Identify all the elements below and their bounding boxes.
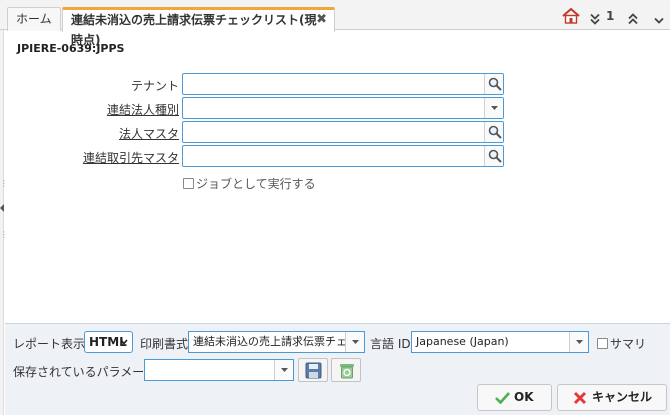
- consolidated-bp-master-label[interactable]: 連結取引先マスタ: [80, 149, 179, 166]
- ok-button[interactable]: OK: [477, 384, 552, 411]
- tenant-label: テナント: [130, 79, 179, 93]
- summary-checkbox[interactable]: [597, 338, 608, 349]
- print-format-label: 印刷書式: [140, 337, 189, 351]
- delete-params-button[interactable]: [331, 358, 361, 382]
- caret-down-icon: [352, 340, 359, 344]
- print-format-dropdown-button[interactable]: [345, 332, 364, 352]
- language-select[interactable]: Japanese (Japan): [411, 331, 589, 353]
- collapse-left-icon[interactable]: [0, 204, 4, 212]
- tenant-search-button[interactable]: [484, 74, 503, 94]
- cancel-button[interactable]: キャンセル: [557, 384, 667, 411]
- tenant-field[interactable]: [182, 73, 504, 95]
- print-format-select[interactable]: 連結未消込の売上請求伝票チェ: [188, 331, 365, 353]
- caret-down-icon: [576, 340, 583, 344]
- tab-process[interactable]: 連結未消込の売上請求伝票チェックリスト(現時点) ✖: [62, 7, 335, 47]
- saved-params-dropdown-button[interactable]: [274, 360, 293, 380]
- consolidated-corp-type-select[interactable]: [182, 97, 504, 119]
- corporation-master-search-button[interactable]: [484, 122, 503, 142]
- chevron-down-icon[interactable]: [654, 13, 664, 29]
- tab-home-label: ホーム: [16, 12, 52, 26]
- floppy-disk-icon: [305, 362, 322, 379]
- report-display-select[interactable]: HTML: [84, 331, 133, 353]
- cancel-label: キャンセル: [592, 390, 653, 404]
- close-icon[interactable]: ✖: [316, 10, 327, 30]
- consolidated-corp-type-label[interactable]: 連結法人種別: [90, 101, 179, 118]
- left-splitter[interactable]: ⋮ ⋮: [0, 30, 8, 415]
- ok-label: OK: [514, 390, 534, 404]
- close-icon: [573, 391, 587, 405]
- summary-label: サマリ: [610, 337, 647, 351]
- bottom-panel: レポート表示 HTML 印刷書式 連結未消込の売上請求伝票チェ 言語 ID Ja…: [5, 323, 670, 415]
- language-label: 言語 ID: [370, 337, 411, 351]
- tab-bar: ホーム 連結未消込の売上請求伝票チェックリスト(現時点) ✖ 1: [0, 0, 670, 47]
- splitter-grip-top: ⋮: [0, 179, 8, 188]
- caret-down-icon: [491, 106, 498, 110]
- run-as-job-row[interactable]: ジョブとして実行する: [183, 175, 316, 192]
- checkmark-icon: [495, 392, 510, 404]
- caret-down-icon: [281, 368, 288, 372]
- summary-row[interactable]: サマリ: [597, 335, 646, 352]
- trash-icon: [340, 364, 354, 379]
- double-chevron-up-icon[interactable]: [628, 11, 638, 27]
- corporation-master-label[interactable]: 法人マスタ: [90, 125, 179, 142]
- chevron-down-icon: [120, 339, 128, 345]
- consolidated-bp-master-search-button[interactable]: [484, 146, 503, 166]
- consolidated-bp-master-field[interactable]: [182, 145, 504, 167]
- tab-home[interactable]: ホーム: [7, 7, 61, 31]
- saved-params-label: 保存されているパラメータ: [13, 365, 157, 379]
- run-as-job-label: ジョブとして実行する: [196, 177, 316, 191]
- language-value: Japanese (Japan): [416, 335, 509, 348]
- run-as-job-checkbox[interactable]: [183, 178, 194, 189]
- search-icon: [488, 149, 502, 163]
- save-params-button[interactable]: [298, 358, 328, 382]
- consolidated-corp-type-dropdown-button[interactable]: [484, 98, 503, 118]
- search-icon: [488, 77, 502, 91]
- saved-params-select[interactable]: [144, 359, 294, 381]
- home-icon[interactable]: [562, 8, 580, 24]
- print-format-value: 連結未消込の売上請求伝票チェ: [193, 335, 347, 348]
- process-id: JPIERE-0639:JPPS: [17, 42, 125, 55]
- splitter-grip-bottom: ⋮: [0, 230, 8, 239]
- search-icon: [488, 125, 502, 139]
- corporation-master-field[interactable]: [182, 121, 504, 143]
- tab-count: 1: [606, 9, 615, 23]
- report-display-label: レポート表示: [13, 337, 86, 351]
- language-dropdown-button[interactable]: [569, 332, 588, 352]
- double-chevron-down-icon[interactable]: [590, 11, 600, 27]
